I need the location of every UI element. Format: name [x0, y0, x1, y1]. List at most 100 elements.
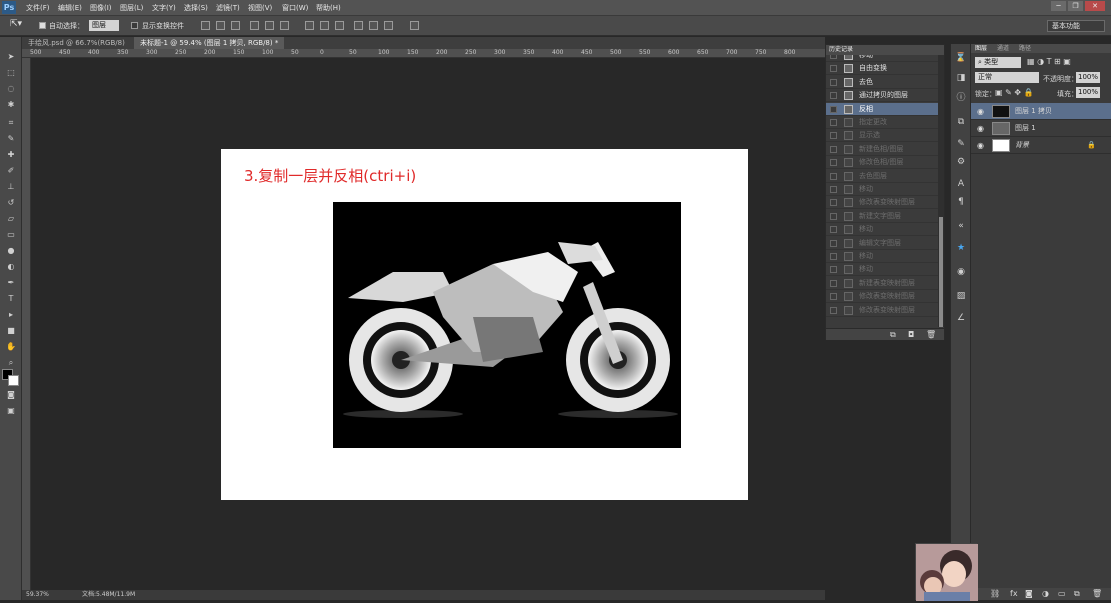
visibility-eye-icon[interactable]: ◉ [977, 103, 984, 120]
adjustment-layer-icon[interactable]: ◑ [1042, 589, 1049, 598]
history-source-checkbox[interactable] [830, 132, 837, 140]
align-top-icon[interactable] [201, 21, 210, 30]
history-panel-icon[interactable]: ⌛ [955, 52, 967, 64]
history-item[interactable]: 移动 [826, 263, 938, 277]
auto-select-dropdown[interactable]: 图层 [89, 20, 119, 31]
history-source-checkbox[interactable] [830, 306, 837, 314]
history-source-checkbox[interactable] [830, 119, 837, 126]
menu-help[interactable]: 帮助(H) [316, 3, 341, 13]
history-item[interactable]: 反相 [826, 102, 938, 116]
blend-mode-dropdown[interactable]: 正常 [975, 72, 1039, 83]
add-mask-icon[interactable]: ◙ [1025, 589, 1033, 598]
new-document-from-state-icon[interactable]: ⧉ [890, 330, 896, 340]
opacity-input[interactable]: 100% [1076, 72, 1100, 83]
layer-row[interactable]: ◉ 图层 1 [971, 120, 1111, 137]
healing-brush-tool-icon[interactable]: ✚ [4, 149, 18, 161]
clone-stamp-tool-icon[interactable]: ⊥ [4, 181, 18, 193]
dodge-tool-icon[interactable]: ◐ [4, 261, 18, 273]
history-source-checkbox[interactable] [830, 239, 837, 247]
tab-paths[interactable]: 路径 [1019, 44, 1031, 53]
history-item[interactable]: 新建表变映射图层 [826, 277, 938, 290]
history-source-checkbox[interactable] [830, 105, 837, 113]
distribute-left-icon[interactable] [354, 21, 363, 30]
history-item[interactable]: 修改表变映射图层 [826, 290, 938, 304]
link-layers-icon[interactable]: ⛓ [990, 589, 1000, 598]
history-item[interactable]: 修改表变映射图层 [826, 196, 938, 210]
history-source-checkbox[interactable] [830, 78, 837, 86]
workspace-select[interactable]: 基本功能 [1047, 20, 1105, 32]
swatches-panel-icon[interactable]: ◉ [955, 266, 967, 278]
history-brush-tool-icon[interactable]: ↺ [4, 197, 18, 209]
auto-select-checkbox[interactable] [39, 22, 46, 29]
path-select-tool-icon[interactable]: ▸ [4, 309, 18, 321]
hand-tool-icon[interactable]: ✋ [4, 341, 18, 353]
rectangle-tool-icon[interactable]: ■ [4, 325, 18, 337]
actions-panel-icon[interactable]: « [955, 220, 967, 232]
zoom-tool-icon[interactable]: ⌕ [4, 357, 18, 369]
distribute-top-icon[interactable] [305, 21, 314, 30]
align-vcenter-icon[interactable] [216, 21, 225, 30]
menu-window[interactable]: 窗口(W) [282, 3, 308, 13]
doc-tab-1[interactable]: 手绘风.psd @ 66.7%(RGB/8) [22, 37, 132, 49]
fill-input[interactable]: 100% [1076, 87, 1100, 98]
history-source-checkbox[interactable] [830, 55, 837, 59]
tab-channels[interactable]: 通道 [997, 44, 1009, 53]
delete-layer-icon[interactable]: 🗑 [1092, 589, 1102, 598]
history-item[interactable]: 移动 [826, 223, 938, 237]
align-hcenter-icon[interactable] [265, 21, 274, 30]
menu-edit[interactable]: 编辑(E) [58, 3, 82, 13]
move-tool-icon[interactable]: ➤ [4, 51, 18, 63]
visibility-eye-icon[interactable]: ◉ [977, 137, 984, 154]
minimize-button[interactable]: ─ [1051, 1, 1066, 11]
history-source-checkbox[interactable] [830, 172, 837, 180]
new-layer-icon[interactable]: ⧉ [1074, 589, 1080, 599]
history-source-checkbox[interactable] [830, 199, 837, 207]
history-source-checkbox[interactable] [830, 266, 837, 274]
history-source-checkbox[interactable] [830, 186, 837, 193]
blur-tool-icon[interactable]: ● [4, 245, 18, 257]
lasso-tool-icon[interactable]: ◌ [4, 83, 18, 95]
channels-panel-icon[interactable]: ⧉ [955, 116, 967, 128]
tab-layers[interactable]: 图层 [975, 44, 987, 53]
distribute-bottom-icon[interactable] [335, 21, 344, 30]
gradient-tool-icon[interactable]: ▭ [4, 229, 18, 241]
align-left-icon[interactable] [250, 21, 259, 30]
background-color-swatch[interactable] [8, 375, 19, 386]
marquee-tool-icon[interactable]: ⬚ [4, 67, 18, 79]
type-tool-icon[interactable]: T [4, 293, 18, 305]
auto-align-icon[interactable] [410, 21, 419, 30]
distribute-vcenter-icon[interactable] [320, 21, 329, 30]
quick-select-tool-icon[interactable]: ✱ [4, 99, 18, 111]
align-right-icon[interactable] [280, 21, 289, 30]
history-item[interactable]: 显示选 [826, 129, 938, 143]
doc-size-info[interactable]: 文档:5.48M/11.9M [82, 590, 135, 600]
history-source-checkbox[interactable] [830, 293, 837, 301]
menu-select[interactable]: 选择(S) [184, 3, 208, 13]
restore-button[interactable]: ❐ [1068, 1, 1083, 11]
history-item[interactable]: 修改表变映射图层 [826, 304, 938, 317]
delete-trash-icon[interactable]: 🗑 [926, 330, 936, 339]
close-button[interactable]: ✕ [1085, 1, 1105, 11]
history-source-checkbox[interactable] [830, 212, 837, 220]
distribute-right-icon[interactable] [384, 21, 393, 30]
adjust-panel-icon[interactable]: ⚙ [955, 156, 967, 168]
history-scroll-thumb[interactable] [939, 217, 943, 327]
show-transform-checkbox[interactable] [131, 22, 138, 29]
motorcycle-image[interactable] [333, 202, 681, 448]
eyedropper-tool-icon[interactable]: ✎ [4, 133, 18, 145]
menu-filter[interactable]: 滤镜(T) [216, 3, 240, 13]
layer-style-icon[interactable]: fx [1010, 589, 1018, 598]
history-item[interactable]: 新建色相/图层 [826, 143, 938, 156]
history-item[interactable]: 新建文字图层 [826, 210, 938, 223]
eraser-tool-icon[interactable]: ▱ [4, 213, 18, 225]
move-tool-icon[interactable]: ⇱▾ [10, 19, 22, 29]
history-source-checkbox[interactable] [830, 279, 837, 287]
quick-mask-icon[interactable]: ◙ [4, 389, 18, 401]
menu-view[interactable]: 视图(V) [248, 3, 272, 13]
brush-panel-icon[interactable]: ✎ [955, 138, 967, 150]
brush-tool-icon[interactable]: ✐ [4, 165, 18, 177]
history-source-checkbox[interactable] [830, 253, 837, 260]
history-source-checkbox[interactable] [830, 159, 837, 167]
zoom-level[interactable]: 59.37% [26, 590, 49, 600]
character-panel-icon[interactable]: A [955, 178, 967, 190]
